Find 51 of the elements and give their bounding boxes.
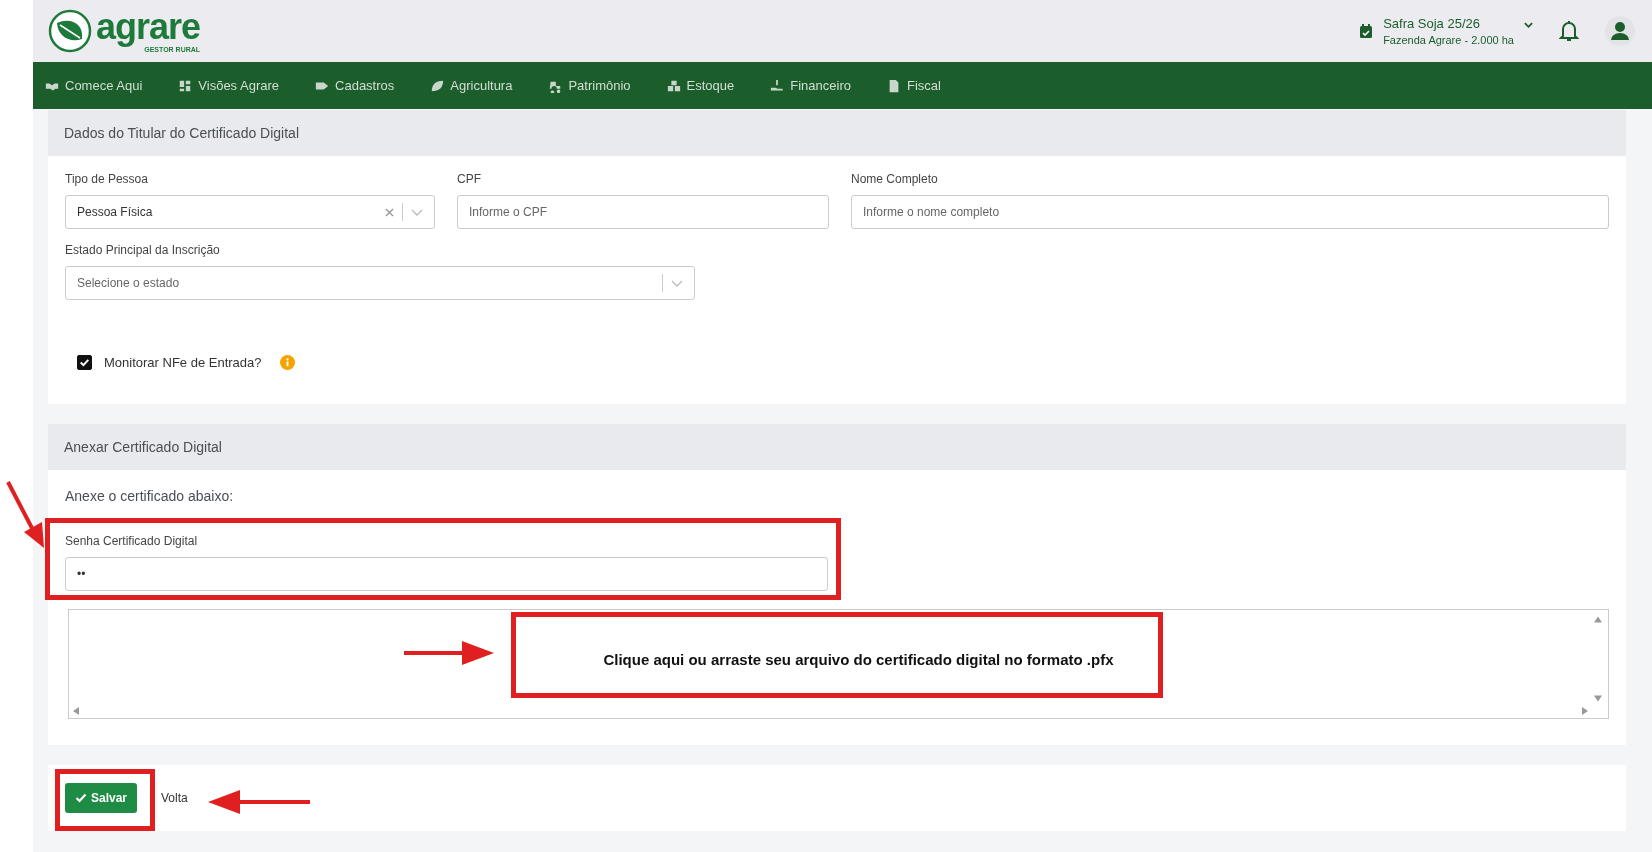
bell-icon[interactable] [1559, 20, 1579, 42]
season-title: Safra Soja 25/26 [1383, 16, 1481, 31]
arrow-icon [404, 638, 496, 668]
section-title: Anexar Certificado Digital [64, 439, 222, 455]
clear-icon[interactable] [385, 207, 394, 217]
person-type-select[interactable]: Pessoa Física [65, 195, 435, 229]
farm-name: Fazenda Agrare - 2.000 ha [1383, 34, 1514, 46]
nav-menu-item[interactable]: Visões Agrare [178, 78, 298, 93]
calendar-check-icon [1359, 23, 1374, 39]
nav-menu-item[interactable]: Patrimônio [548, 78, 649, 93]
nav-menu-item[interactable]: Estoque [666, 78, 753, 93]
nav-menu-item[interactable]: Cadastros [315, 78, 413, 93]
section-subtitle: Anexe o certificado abaixo: [65, 488, 235, 504]
section-title: Dados do Titular do Certificado Digital [64, 125, 299, 141]
arrow-icon [206, 787, 310, 817]
chevron-down-icon [1524, 22, 1533, 28]
dashboard-icon [178, 78, 193, 93]
scroll-left-icon[interactable] [73, 707, 79, 715]
checkbox[interactable] [77, 354, 92, 370]
file-dropzone[interactable]: Clique aqui ou arraste seu arquivo do certificado digital no formato .pfx [68, 609, 1609, 719]
nav-menu-item[interactable]: Agricultura [430, 78, 531, 93]
boxes-icon [666, 78, 681, 93]
season-selector[interactable]: Safra Soja 25/26 Fazenda Agrare - 2.000 ha [1359, 16, 1533, 46]
field-label: Senha Certificado Digital [65, 534, 199, 548]
scroll-down-icon[interactable] [1594, 695, 1602, 702]
user-avatar-icon[interactable] [1605, 16, 1635, 46]
scroll-right-icon[interactable] [1582, 707, 1588, 715]
back-link[interactable]: Volta [161, 791, 188, 805]
info-icon[interactable] [279, 354, 295, 370]
leaf-icon [430, 78, 445, 93]
leaf-logo-icon [48, 9, 92, 53]
chevron-down-icon [411, 208, 423, 216]
state-select[interactable]: Selecione o estado [65, 266, 695, 300]
password-input[interactable]: •• [65, 557, 828, 591]
brand-name: agrare [96, 8, 201, 46]
hand-coin-icon [770, 78, 785, 93]
scroll-up-icon[interactable] [1594, 616, 1602, 623]
nav-menu-item[interactable]: Financeiro [770, 78, 869, 93]
check-icon [75, 792, 87, 804]
field-label: Estado Principal da Inscrição [65, 243, 221, 257]
checkbox-label: Monitorar NFe de Entrada? [104, 354, 262, 370]
nav-menu-item[interactable]: Fiscal [886, 78, 959, 93]
field-label: Nome Completo [851, 172, 939, 186]
field-label: Tipo de Pessoa [65, 172, 149, 186]
cpf-input[interactable]: Informe o CPF [457, 195, 829, 229]
nav-menu-item[interactable]: Comece Aqui [45, 78, 161, 93]
field-label: CPF [457, 172, 482, 186]
arrow-icon [6, 480, 46, 550]
chevron-down-icon [671, 279, 683, 287]
save-button[interactable]: Salvar [65, 783, 138, 813]
full-name-input[interactable]: Informe o nome completo [851, 195, 1609, 229]
